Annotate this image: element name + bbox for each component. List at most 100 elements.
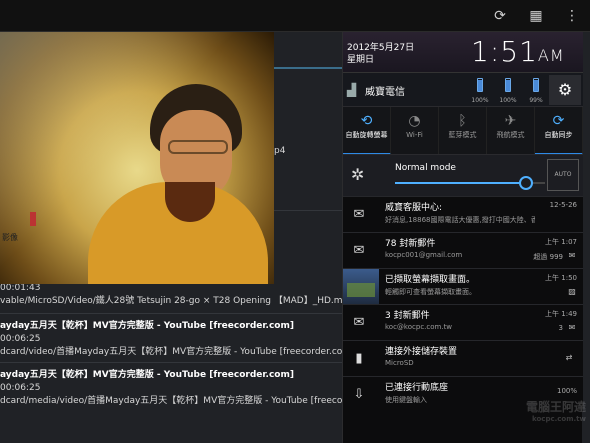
weekday-text: 星期日 (347, 55, 375, 65)
grid-icon[interactable]: ▦ (528, 8, 544, 24)
sdcard-icon: ▮ (355, 351, 363, 366)
notification-time: 上午 1:07 (545, 238, 577, 246)
list-item[interactable]: ayday五月天【乾杯】MV官方完整版 - YouTube [freecorde… (0, 367, 342, 406)
watermark: 電腦王阿達 kocpc.com.tw (452, 398, 586, 438)
watermark-url: kocpc.com.tw (532, 415, 586, 423)
battery-value: 100% (499, 97, 517, 104)
notification-email[interactable]: ✉ 3 封新郵件 koc@kocpc.com.tw 上午 1:49 3 ✉ (343, 304, 583, 340)
carrier-name: 威寶電信 (365, 87, 405, 98)
divider (0, 362, 342, 363)
email-icon: ✉ (353, 315, 365, 330)
notification-sdcard[interactable]: ▮ 連接外接儲存裝置 MicroSD ⇄ (343, 340, 583, 376)
battery-value: 99% (529, 97, 543, 104)
notification-text: 輕觸即可查看螢幕擷取畫面。 (385, 288, 476, 296)
brightness-slider[interactable] (395, 176, 545, 190)
file-title: ayday五月天【乾杯】MV官方完整版 - YouTube [freecorde… (0, 321, 294, 331)
watermark-text: 電腦王阿達 (525, 400, 586, 414)
notification-sms[interactable]: ✉ 威寶客服中心: 好消息,18868國際電話大優惠,撥打中國大陸、香港 12-… (343, 196, 583, 232)
battery-icon (477, 78, 483, 92)
notification-title: 威寶客服中心: (385, 203, 443, 213)
notification-count: 3 (558, 324, 563, 332)
list-item[interactable]: ayday五月天【乾杯】MV官方完整版 - YouTube [freecorde… (0, 318, 342, 357)
toggle-auto-rotate[interactable]: ⟲ 自動旋轉螢幕 (343, 107, 391, 155)
dock-icon: ⇩ (353, 387, 365, 402)
video-popup-player[interactable]: 影像 (0, 32, 274, 284)
gmail-icon: ✉ (353, 243, 365, 258)
brightness-fill (395, 182, 526, 184)
list-item[interactable]: p4 (274, 146, 342, 156)
toggle-airplane[interactable]: ✈ 飛航模式 (487, 107, 535, 155)
battery-indicator: 100% (467, 77, 493, 104)
toggle-label: 自動旋轉螢幕 (345, 131, 388, 139)
overflow-menu-icon[interactable]: ⋮ (564, 8, 580, 24)
toggle-wifi[interactable]: ◔ Wi-Fi (391, 107, 439, 155)
file-path: dcard/video/首播Mayday五月天【乾杯】MV官方完整版 - You… (0, 347, 342, 357)
notification-time: 上午 1:50 (545, 274, 577, 282)
notification-panel: 2012年5月27日 星期日 1:51AM ▟ 威寶電信 100% 100% 9… (342, 32, 583, 443)
settings-button[interactable]: ⚙ (549, 75, 581, 105)
brightness-thumb[interactable] (518, 176, 533, 190)
video-overlay-label: 影像 (2, 233, 18, 242)
mail-small-icon: ✉ (568, 251, 576, 260)
notification-count: 100% (556, 387, 577, 395)
notification-title: 78 封新郵件 (385, 239, 436, 249)
carrier-row: ▟ 威寶電信 100% 100% 99% ⚙ (343, 72, 583, 106)
signal-icon: ▟ (347, 83, 357, 97)
battery-icon (533, 78, 539, 92)
notification-screenshot[interactable]: 已擷取螢幕擷取畫面。 輕觸即可查看螢幕擷取畫面。 上午 1:50 ▨ (343, 268, 583, 304)
action-bar: ⟳ ▦ ⋮ (0, 0, 590, 32)
battery-icon (505, 78, 511, 92)
divider (0, 313, 342, 314)
toggle-auto-sync[interactable]: ⟳ 自動同步 (535, 107, 583, 155)
file-path: vable/MicroSD/Video/鐵人28號 Tetsujin 28-go… (0, 296, 342, 306)
notification-title: 已連接行動底座 (385, 383, 449, 393)
toggle-label: 飛航模式 (496, 131, 525, 139)
battery-value: 100% (471, 97, 489, 104)
wifi-icon: ◔ (408, 113, 421, 129)
video-frame-object (30, 212, 36, 226)
file-title: ayday五月天【乾杯】MV官方完整版 - YouTube [freecorde… (0, 370, 294, 380)
clock: 1:51AM (471, 35, 565, 68)
bluetooth-icon: ᛒ (458, 113, 467, 129)
brightness-row: ✲ Normal mode AUTO (343, 154, 583, 196)
toggle-label: 自動同步 (544, 131, 573, 139)
file-detail: p4 (274, 146, 286, 156)
clock-header: 2012年5月27日 星期日 1:51AM (343, 32, 583, 72)
notification-text: koc@kocpc.com.tw (385, 323, 453, 331)
battery-indicator: 99% (523, 77, 549, 104)
notification-count: 超過 999 (533, 253, 563, 261)
toggle-label: 藍芽模式 (448, 131, 477, 139)
sync-icon: ⟳ (552, 113, 565, 129)
screenshot-thumbnail (343, 269, 379, 304)
notification-title: 3 封新郵件 (385, 311, 430, 321)
video-frame-glasses (168, 140, 228, 154)
toggle-bluetooth[interactable]: ᛒ 藍芽模式 (439, 107, 487, 155)
file-path: dcard/media/video/首播Mayday五月天【乾杯】MV官方完整版… (0, 396, 342, 406)
file-meta: 00:06:25 (0, 383, 41, 393)
refresh-icon[interactable]: ⟳ (492, 8, 508, 24)
message-icon: ✉ (353, 207, 365, 222)
notification-text: MicroSD (385, 359, 414, 367)
mail-small-icon: ✉ (568, 323, 576, 332)
clock-time: 1:51 (471, 35, 538, 68)
clock-ampm: AM (537, 46, 565, 65)
notification-title: 連接外接儲存裝置 (385, 347, 458, 357)
image-icon: ▨ (568, 287, 576, 296)
notification-text: kocpc001@gmail.com (385, 251, 463, 259)
notification-text: 好消息,18868國際電話大優惠,撥打中國大陸、香港 (385, 216, 535, 224)
airplane-icon: ✈ (504, 113, 517, 129)
file-meta: 00:06:25 (0, 334, 41, 344)
notification-time: 12-5-26 (549, 201, 577, 209)
brightness-icon: ✲ (351, 165, 365, 184)
brightness-label: Normal mode (395, 163, 456, 173)
auto-brightness-button[interactable]: AUTO (547, 159, 579, 191)
file-meta: 00:01:43 (0, 283, 41, 293)
notification-title: 已擷取螢幕擷取畫面。 (385, 275, 476, 285)
rotate-icon: ⟲ (360, 113, 373, 129)
battery-indicator: 100% (495, 77, 521, 104)
progress-indicator (272, 67, 342, 69)
toggle-label: Wi-Fi (406, 131, 423, 139)
list-item[interactable]: 00:01:43 vable/MicroSD/Video/鐵人28號 Tetsu… (0, 283, 342, 306)
notification-gmail[interactable]: ✉ 78 封新郵件 kocpc001@gmail.com 上午 1:07 超過 … (343, 232, 583, 268)
usb-icon: ⇄ (565, 353, 573, 362)
